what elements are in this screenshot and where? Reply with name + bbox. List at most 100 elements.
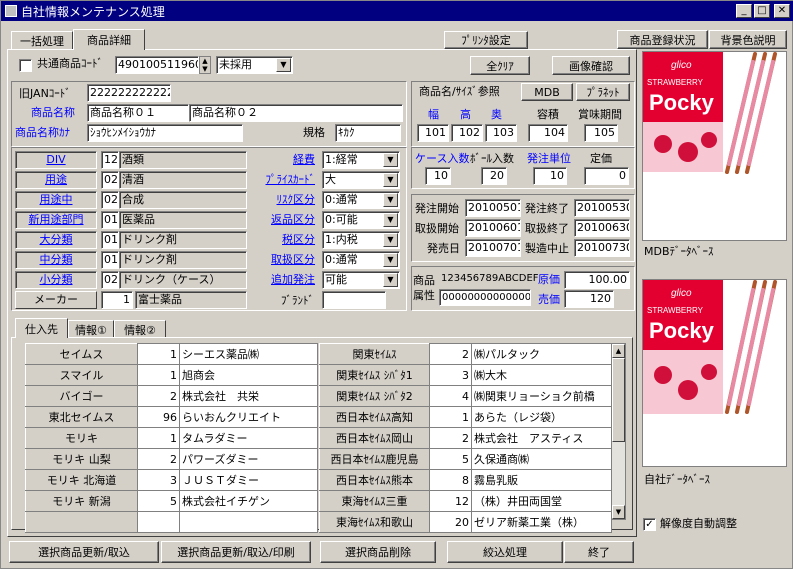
maker-label[interactable]: メーカー <box>15 291 97 309</box>
store-cell[interactable]: 関東ｾｲﾑｽ <box>319 343 430 365</box>
number-cell[interactable]: 1 <box>137 364 180 386</box>
store-cell[interactable]: 関東ｾｲﾑｽ ｼﾊﾞﾀ2 <box>319 385 430 407</box>
old-jan-input[interactable]: 2222222222222 <box>87 84 171 102</box>
store-cell[interactable]: 東海ｾｲﾑｽ和歌山 <box>319 511 430 533</box>
store-cell[interactable]: 西日本ｾｲﾑｽ岡山 <box>319 427 430 449</box>
number-cell[interactable]: 96 <box>137 406 180 428</box>
table-row[interactable]: モリキ 山梨 2 パワーズダミー <box>25 448 318 470</box>
table-row[interactable]: モリキ 北海道 3 ＪＵＳＴダミー <box>25 469 318 491</box>
spec-input[interactable]: ｷｶｸ <box>335 124 401 142</box>
common-code-spinner[interactable]: ▲ ▼ <box>199 56 211 74</box>
case-qty-input[interactable]: 10 <box>425 167 451 185</box>
order-start-input[interactable]: 20100501 <box>465 199 521 217</box>
class-name-input[interactable]: ドリンク剤 <box>119 231 247 249</box>
vendor-cell[interactable]: 旭商会 <box>179 364 318 386</box>
image-confirm-button[interactable]: 画像確認 <box>552 56 630 75</box>
store-cell[interactable]: スマイル <box>25 364 138 386</box>
auto-resize-checkbox[interactable]: ✓ <box>643 518 656 531</box>
number-cell[interactable]: 1 <box>137 343 180 365</box>
store-cell[interactable]: セイムス <box>25 343 138 365</box>
class-label[interactable]: 新用途部門 <box>15 211 97 229</box>
class-code-input[interactable]: 01 <box>101 211 119 229</box>
dropdown-select[interactable]: 可能 ▼ <box>322 271 400 289</box>
vendor-cell[interactable]: シーエス薬品㈱ <box>179 343 318 365</box>
vendor-cell[interactable]: パワーズダミー <box>179 448 318 470</box>
printer-settings-button[interactable]: ﾌﾟﾘﾝﾀ設定 <box>444 31 528 49</box>
scroll-thumb[interactable] <box>612 358 625 442</box>
class-name-input[interactable]: ドリンク（ケース） <box>119 271 247 289</box>
table-row[interactable]: 西日本ｾｲﾑｽ高知 1 あらた（レジ袋） <box>319 406 612 428</box>
dropdown-select[interactable]: 大 ▼ <box>322 171 400 189</box>
height-input[interactable]: 102 <box>451 124 483 142</box>
dropdown-select[interactable]: 1:経常 ▼ <box>322 151 400 169</box>
table-row[interactable]: スマイル 1 旭商会 <box>25 364 318 386</box>
class-code-input[interactable]: 01 <box>101 251 119 269</box>
vendor-cell[interactable]: 霧島乳販 <box>471 469 612 491</box>
vendor-cell[interactable]: （株）井田両国堂 <box>471 490 612 512</box>
attr-value-input[interactable]: 000000000000000 <box>439 289 531 306</box>
vendor-cell[interactable]: ＪＵＳＴダミー <box>179 469 318 491</box>
class-label[interactable]: DIV <box>15 151 97 169</box>
table-row[interactable]: 関東ｾｲﾑｽ 2 ㈱パルタック <box>319 343 612 365</box>
order-unit-input[interactable]: 10 <box>533 167 567 185</box>
class-label[interactable]: 用途 <box>15 171 97 189</box>
store-cell[interactable]: 関東ｾｲﾑｽ ｼﾊﾞﾀ1 <box>319 364 430 386</box>
class-code-input[interactable]: 02 <box>101 191 119 209</box>
store-cell[interactable]: モリキ 新潟 <box>25 490 138 512</box>
adoption-status-select[interactable]: 未採用 ▼ <box>216 56 293 74</box>
delete-button[interactable]: 選択商品削除 <box>320 541 436 563</box>
class-label[interactable]: 中分類 <box>15 251 97 269</box>
scroll-up-icon[interactable]: ▲ <box>612 344 625 358</box>
number-cell[interactable]: 3 <box>429 364 472 386</box>
store-cell[interactable] <box>25 511 138 533</box>
store-cell[interactable]: 東海ｾｲﾑｽ三重 <box>319 490 430 512</box>
number-cell[interactable]: 2 <box>429 343 472 365</box>
number-cell[interactable]: 2 <box>429 427 472 449</box>
common-code-checkbox[interactable] <box>19 59 32 72</box>
number-cell[interactable]: 12 <box>429 490 472 512</box>
class-name-input[interactable]: 合成 <box>119 191 247 209</box>
dropdown-select[interactable]: 0:通常 ▼ <box>322 251 400 269</box>
class-label[interactable]: 大分類 <box>15 231 97 249</box>
number-cell[interactable]: 20 <box>429 511 472 533</box>
number-cell[interactable]: 5 <box>429 448 472 470</box>
cost-input[interactable]: 100.00 <box>564 271 630 289</box>
brand-input[interactable] <box>322 291 386 309</box>
table-row[interactable] <box>25 511 318 533</box>
list-price-input[interactable]: 0 <box>584 167 629 185</box>
table-row[interactable]: モリキ 1 タムラダミー <box>25 427 318 449</box>
store-cell[interactable]: 西日本ｾｲﾑｽ熊本 <box>319 469 430 491</box>
tab-info2[interactable]: 情報② <box>114 320 166 338</box>
store-cell[interactable]: モリキ 山梨 <box>25 448 138 470</box>
class-code-input[interactable]: 02 <box>101 171 119 189</box>
product-kana-input[interactable]: ｼｮｳﾋﾝﾒｲｼｮｳｶﾅ <box>87 124 243 142</box>
table-row[interactable]: 関東ｾｲﾑｽ ｼﾊﾞﾀ2 4 ㈱関東リョーショク前橋 <box>319 385 612 407</box>
product-name1-input[interactable]: 商品名称０１ <box>87 104 189 122</box>
table-row[interactable]: モリキ 新潟 5 株式会社イチゲン <box>25 490 318 512</box>
number-cell[interactable]: 1 <box>137 427 180 449</box>
product-name2-input[interactable]: 商品名称０２ <box>189 104 403 122</box>
vendor-cell[interactable]: ㈱パルタック <box>471 343 612 365</box>
number-cell[interactable]: 2 <box>137 385 180 407</box>
mdb-button[interactable]: MDB <box>521 83 573 101</box>
store-cell[interactable]: モリキ 北海道 <box>25 469 138 491</box>
table-row[interactable]: 東北セイムス 96 らいおんクリエイト <box>25 406 318 428</box>
table-row[interactable]: バイゴー 2 株式会社 共栄 <box>25 385 318 407</box>
bg-color-desc-button[interactable]: 背景色説明 <box>709 30 787 49</box>
table-row[interactable]: 西日本ｾｲﾑｽ熊本 8 霧島乳販 <box>319 469 612 491</box>
vendor-cell[interactable]: 株式会社 共栄 <box>179 385 318 407</box>
class-name-input[interactable]: 清酒 <box>119 171 247 189</box>
class-name-input[interactable]: 医薬品 <box>119 211 247 229</box>
clear-all-button[interactable]: 全ｸﾘｱ <box>470 56 530 75</box>
order-end-input[interactable]: 20100530 <box>574 199 630 217</box>
table-row[interactable]: 関東ｾｲﾑｽ ｼﾊﾞﾀ1 3 ㈱大木 <box>319 364 612 386</box>
table-row[interactable]: セイムス 1 シーエス薬品㈱ <box>25 343 318 365</box>
update-import-print-button[interactable]: 選択商品更新/取込/印刷 <box>161 541 311 563</box>
store-cell[interactable]: バイゴー <box>25 385 138 407</box>
tab-detail[interactable]: 商品詳細 <box>73 29 145 50</box>
maker-name-input[interactable]: 富士薬品 <box>135 291 247 309</box>
minimize-button[interactable]: _ <box>736 4 752 18</box>
exit-button[interactable]: 終了 <box>564 541 634 563</box>
close-button[interactable]: ✕ <box>774 4 790 18</box>
vendor-cell[interactable]: タムラダミー <box>179 427 318 449</box>
